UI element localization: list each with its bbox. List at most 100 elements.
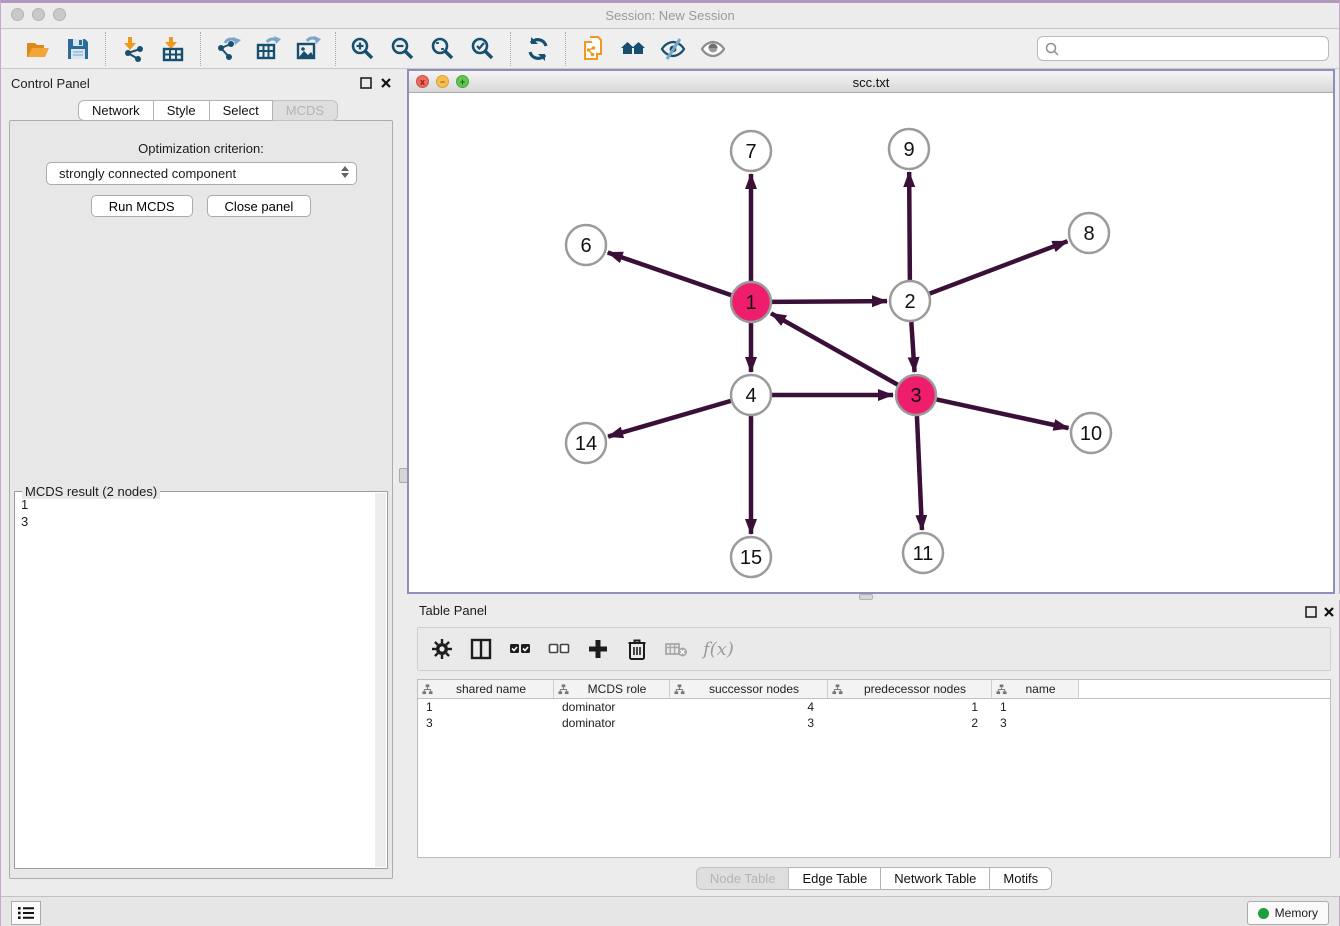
tab-edge-table[interactable]: Edge Table [789,867,881,890]
svg-text:7: 7 [745,141,756,163]
svg-text:6: 6 [580,235,591,257]
svg-text:1: 1 [745,292,756,314]
run-mcds-button[interactable]: Run MCDS [91,195,193,217]
table-cell[interactable]: dominator [554,715,670,731]
select-all-rows-icon[interactable] [508,637,532,661]
table-cell[interactable]: 1 [418,699,554,715]
select-stepper-icon [341,166,349,178]
zoom-selected-icon[interactable] [470,36,496,62]
column-header-MCDS-role[interactable]: MCDS role [554,680,670,698]
tab-motifs[interactable]: Motifs [990,867,1052,890]
graph-edge-1-6[interactable] [608,253,731,296]
column-header-predecessor-nodes[interactable]: predecessor nodes [828,680,992,698]
duplicate-network-icon[interactable] [580,36,606,62]
graph-node-9[interactable]: 9 [889,129,929,169]
table-cell[interactable]: 2 [828,715,992,731]
float-panel-icon[interactable] [1304,605,1318,619]
zoom-out-icon[interactable] [390,36,416,62]
open-session-icon[interactable] [25,36,51,62]
criterion-select[interactable]: strongly connected component [46,162,357,185]
tab-style[interactable]: Style [154,100,210,121]
save-session-icon[interactable] [65,36,91,62]
show-graphics-icon[interactable] [700,36,726,62]
graph-edge-4-14[interactable] [608,401,731,437]
graph-edge-3-10[interactable] [937,399,1069,428]
network-canvas[interactable]: 7 9 6 8 1 2 4 3 14 10 15 11 [409,93,1333,592]
graph-node-14[interactable]: 14 [566,423,606,463]
delete-table-icon[interactable] [664,637,688,661]
graph-node-2[interactable]: 2 [890,281,930,321]
graph-node-4[interactable]: 4 [731,375,771,415]
network-window-titlebar[interactable]: x − + scc.txt [409,71,1333,93]
import-network-icon[interactable] [120,36,146,62]
table-cell[interactable]: 3 [992,715,1079,731]
column-header-shared-name[interactable]: shared name [418,680,554,698]
graph-edge-1-2[interactable] [772,301,887,302]
delete-column-icon[interactable] [625,637,649,661]
graph-node-8[interactable]: 8 [1069,213,1109,253]
graph-node-1[interactable]: 1 [731,282,771,322]
table-row[interactable]: 1dominator411 [418,699,1330,715]
tab-network[interactable]: Network [78,100,154,121]
export-image-icon[interactable] [295,36,321,62]
column-tree-icon [422,684,433,695]
table-row[interactable]: 3dominator323 [418,715,1330,731]
graph-node-15[interactable]: 15 [731,537,771,577]
node-table: shared nameMCDS rolesuccessor nodesprede… [417,679,1331,858]
graph-edge-2-8[interactable] [930,241,1068,293]
show-panels-button[interactable] [11,901,41,925]
graph-node-10[interactable]: 10 [1071,413,1111,453]
hide-graphics-icon[interactable] [660,36,686,62]
svg-text:10: 10 [1080,423,1102,445]
import-table-icon[interactable] [160,36,186,62]
add-column-icon[interactable] [586,637,610,661]
deselect-all-rows-icon[interactable] [547,637,571,661]
column-header-name[interactable]: name [992,680,1079,698]
split-columns-icon[interactable] [469,637,493,661]
column-tree-icon [996,684,1007,695]
column-tree-icon [832,684,843,695]
graph-edge-3-1[interactable] [771,313,898,384]
graph-edge-2-9[interactable] [909,172,910,280]
search-input[interactable] [1060,42,1328,56]
table-cell[interactable]: 3 [418,715,554,731]
zoom-in-icon[interactable] [350,36,376,62]
function-builder-icon[interactable]: f(x) [703,639,734,660]
tab-node-table[interactable]: Node Table [696,867,790,890]
memory-button[interactable]: Memory [1247,901,1329,925]
tab-select[interactable]: Select [210,100,273,121]
export-table-icon[interactable] [255,36,281,62]
export-network-icon[interactable] [215,36,241,62]
zoom-fit-icon[interactable] [430,36,456,62]
close-panel-icon[interactable] [379,76,393,90]
network-window: x − + scc.txt 7 9 6 8 1 2 4 3 14 10 15 11 [407,69,1335,594]
table-cell[interactable]: 3 [670,715,828,731]
home-icon[interactable] [620,36,646,62]
float-panel-icon[interactable] [359,76,373,90]
memory-status-icon [1258,908,1269,919]
graph-node-11[interactable]: 11 [903,533,943,573]
table-cell[interactable]: dominator [554,699,670,715]
graph-edge-3-11[interactable] [917,416,922,530]
graph-edge-2-3[interactable] [911,322,914,372]
refresh-icon[interactable] [525,36,551,62]
mcds-result-text[interactable]: 1 3 [17,496,374,866]
graph-node-3[interactable]: 3 [896,375,936,415]
close-panel-icon[interactable] [1322,605,1336,619]
table-tabs: Node Table Edge Table Network Table Moti… [407,867,1340,890]
column-header-successor-nodes[interactable]: successor nodes [670,680,828,698]
result-scrollbar[interactable] [375,493,386,867]
graph-node-6[interactable]: 6 [566,225,606,265]
svg-text:2: 2 [904,291,915,313]
table-settings-icon[interactable] [430,637,454,661]
close-panel-button[interactable]: Close panel [207,195,312,217]
graph-node-7[interactable]: 7 [731,131,771,171]
tab-network-table[interactable]: Network Table [881,867,990,890]
search-box[interactable] [1037,36,1329,61]
table-cell[interactable]: 1 [828,699,992,715]
svg-text:8: 8 [1083,223,1094,245]
tab-mcds[interactable]: MCDS [273,100,338,121]
table-cell[interactable]: 4 [670,699,828,715]
node-table-header: shared nameMCDS rolesuccessor nodesprede… [418,680,1330,699]
table-cell[interactable]: 1 [992,699,1079,715]
